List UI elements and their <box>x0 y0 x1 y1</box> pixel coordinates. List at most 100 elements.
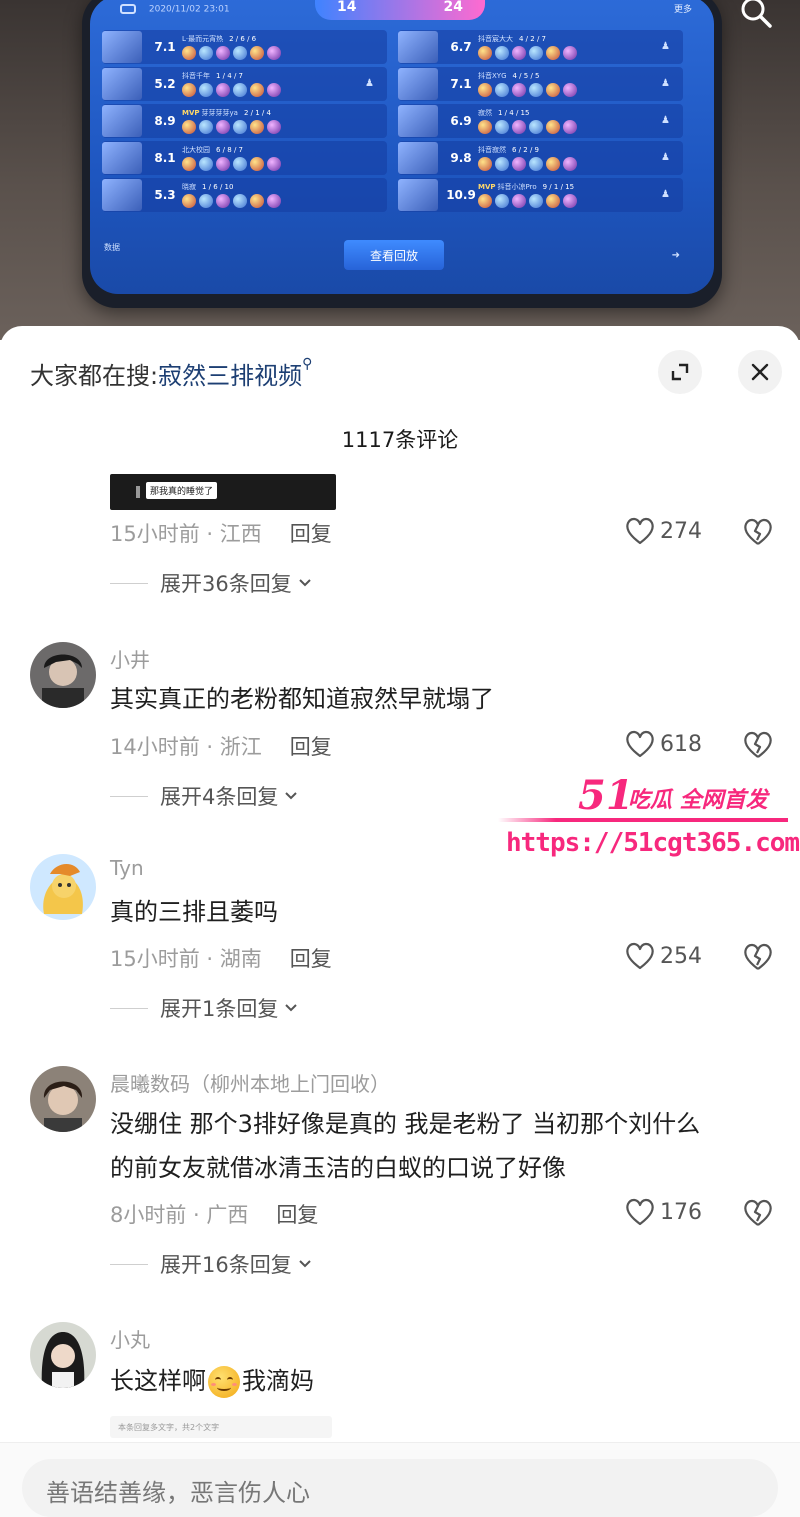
item-row <box>182 120 387 134</box>
expand-replies-button[interactable]: 展开4条回复 <box>110 781 298 811</box>
watermark: 51 吃瓜 全网首发 https://51cgt365.com <box>498 772 800 872</box>
player-kda: 6 / 8 / 7 <box>216 146 243 154</box>
match-info: 2020/11/02 23:01 <box>120 4 230 15</box>
view-replay-button: 查看回放 <box>344 240 444 270</box>
search-icon[interactable] <box>740 0 772 28</box>
player-rating: 5.2 <box>154 77 176 91</box>
search-suggestion[interactable]: 大家都在搜:寂然三排视频⚲ <box>30 356 312 391</box>
like-count: 254 <box>660 943 702 969</box>
expand-replies-button[interactable]: 展开16条回复 <box>110 1249 312 1279</box>
player-row: 5.3 晓寂 1 / 6 / 10 <box>102 178 387 212</box>
player-name: 北大校园 <box>182 146 210 154</box>
comment-time-location: 14小时前 · 浙江 <box>110 735 262 759</box>
score-left: 14 <box>337 0 357 15</box>
share-icon: ➜ <box>671 250 680 261</box>
comment-text-part: 我滴妈 <box>242 1367 314 1395</box>
comment-image[interactable]: 那我真的睡觉了 <box>110 474 336 510</box>
divider-line <box>110 582 148 584</box>
broken-heart-icon[interactable] <box>742 1197 774 1229</box>
player-name: 抖音千年 <box>182 72 210 80</box>
chevron-down-icon <box>285 1004 298 1012</box>
comment-input[interactable]: 善语结善缘，恶言伤人心 <box>22 1459 778 1517</box>
heart-icon <box>626 1198 654 1226</box>
like-count: 618 <box>660 731 702 757</box>
image-caption: 那我真的睡觉了 <box>146 482 218 499</box>
search-keyword-link[interactable]: 寂然三排视频 <box>158 362 302 390</box>
heart-icon <box>626 517 654 545</box>
player-row: 9.8 抖音寂然 6 / 2 / 9 ♟ <box>398 141 683 175</box>
more-button: 更多 <box>673 5 692 15</box>
comment-author[interactable]: 小丸 <box>110 1324 150 1353</box>
hero-portrait <box>398 105 438 137</box>
player-kda: 2 / 6 / 6 <box>229 35 257 43</box>
expand-replies-button[interactable]: 展开1条回复 <box>110 993 298 1023</box>
hero-portrait <box>398 179 438 211</box>
reply-button[interactable]: 回复 <box>290 522 332 546</box>
player-name: 寂然 <box>478 109 492 117</box>
player-rating: 6.7 <box>450 40 472 54</box>
broken-heart-icon[interactable] <box>742 729 774 761</box>
item-row <box>182 83 365 97</box>
divider-line <box>110 1263 148 1265</box>
like-button[interactable]: 618 <box>624 729 702 759</box>
expand-sheet-button[interactable] <box>658 350 702 394</box>
hero-portrait <box>102 68 142 100</box>
divider-line <box>110 1007 148 1009</box>
reply-button[interactable]: 回复 <box>276 1203 318 1227</box>
comment-author[interactable]: 小井 <box>110 644 150 673</box>
expand-icon <box>671 363 689 381</box>
avatar[interactable] <box>30 1322 96 1388</box>
reply-button[interactable]: 回复 <box>290 947 332 971</box>
item-row <box>182 46 387 60</box>
item-row <box>478 120 661 134</box>
like-button[interactable]: 274 <box>624 516 702 546</box>
avatar[interactable] <box>30 642 96 708</box>
right-team: 6.7 抖音宸大大 4 / 2 / 7 ♟ 7.1 抖音XYG 4 / 5 / 5 … <box>398 30 683 215</box>
left-team: 7.1 L·最而元宵热 2 / 6 / 6 5.2 抖音千年 1 / 4 / 7 ♟… <box>102 30 387 215</box>
hero-portrait <box>102 142 142 174</box>
like-count: 176 <box>660 1199 702 1225</box>
hero-portrait <box>398 31 438 63</box>
avatar[interactable] <box>30 854 96 920</box>
comment-author[interactable]: Tyn <box>110 856 144 880</box>
broken-heart-icon[interactable] <box>742 516 774 548</box>
chevron-down-icon <box>299 579 311 587</box>
like-button[interactable]: 254 <box>624 941 702 971</box>
expand-replies-label: 展开4条回复 <box>160 785 279 809</box>
close-button[interactable] <box>738 350 782 394</box>
smile-emoji-icon <box>208 1366 240 1398</box>
broken-heart-icon[interactable] <box>742 941 774 973</box>
player-kda: 4 / 5 / 5 <box>512 72 540 80</box>
chevron-down-icon <box>285 792 298 800</box>
player-name: 晓寂 <box>182 183 196 191</box>
player-kda: 1 / 6 / 10 <box>202 183 234 191</box>
hero-portrait <box>398 142 438 174</box>
item-row <box>182 157 387 171</box>
search-small-icon: ⚲ <box>302 356 313 372</box>
comment-meta: 14小时前 · 浙江 回复 <box>110 731 332 761</box>
avatar[interactable] <box>30 1066 96 1132</box>
expand-replies-button[interactable]: 展开36条回复 <box>110 568 312 598</box>
comment-author[interactable]: 晨曦数码（柳州本地上门回收） <box>110 1068 390 1097</box>
player-rating: 10.9 <box>446 188 476 202</box>
like-count: 274 <box>660 518 702 544</box>
add-friend-icon: ♟ <box>661 189 670 200</box>
player-kda: 9 / 1 / 15 <box>542 183 575 191</box>
player-row: 5.2 抖音千年 1 / 4 / 7 ♟ <box>102 67 387 101</box>
game-result-screen: 2020/11/02 23:01 14 24 更多 7.1 L·最而元宵热 2 /… <box>90 0 714 294</box>
add-friend-icon: ♟ <box>661 78 670 89</box>
comment-time-location: 15小时前 · 江西 <box>110 522 262 546</box>
heart-icon <box>626 730 654 758</box>
player-kda: 6 / 2 / 9 <box>512 146 539 154</box>
reply-button[interactable]: 回复 <box>290 735 332 759</box>
player-name: 抖音小凉Pro <box>497 183 537 191</box>
phone-device: 2020/11/02 23:01 14 24 更多 7.1 L·最而元宵热 2 /… <box>82 0 722 308</box>
player-row: 7.1 抖音XYG 4 / 5 / 5 ♟ <box>398 67 683 101</box>
image-marker <box>136 486 140 498</box>
expand-replies-label: 展开36条回复 <box>160 572 292 596</box>
comment-meta: 8小时前 · 广西 回复 <box>110 1199 318 1229</box>
item-row <box>478 194 661 208</box>
comment-input-bar: 善语结善缘，恶言伤人心 <box>0 1442 800 1517</box>
like-button[interactable]: 176 <box>624 1197 702 1227</box>
item-row <box>478 46 661 60</box>
